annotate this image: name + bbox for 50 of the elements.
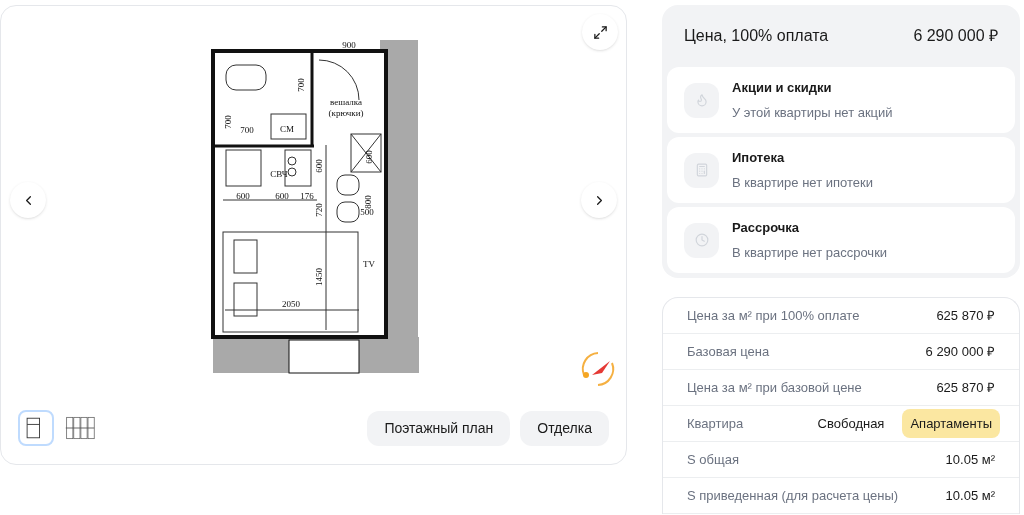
plan-tab-button[interactable]: Поэтажный план <box>367 410 511 446</box>
dimension-label: 1450 <box>313 268 324 286</box>
dimension-label: 700 <box>222 115 233 129</box>
dimension-label: 600 <box>363 150 374 164</box>
detail-label: S общая <box>687 450 739 469</box>
dimension-label: TV <box>362 259 375 269</box>
clock-icon <box>694 233 709 247</box>
dimension-label: (крючки) <box>328 108 363 118</box>
dimension-label: СВЧ <box>269 169 288 179</box>
dimension-label: 720 <box>313 203 324 217</box>
price-label: Цена, 100% оплата <box>684 26 829 46</box>
apartment-type-tag: Свободная <box>809 408 893 439</box>
offer-subtitle: В квартире нет ипотеки <box>732 173 873 192</box>
dimension-label: 600 <box>313 159 324 173</box>
detail-value: 6 290 000 ₽ <box>925 342 995 361</box>
dimension-label: 700 <box>295 78 306 92</box>
offer-title: Рассрочка <box>732 219 801 237</box>
expand-button[interactable] <box>582 14 618 50</box>
offer-title: Акции и скидки <box>732 79 833 97</box>
offer-card[interactable]: Акции и скидки У этой квартиры нет акций <box>667 67 1015 133</box>
plan-tab-button[interactable]: Отделка <box>520 410 609 446</box>
detail-label: S приведенная (для расчета цены) <box>687 486 899 505</box>
dimension-label: 600 <box>235 191 250 201</box>
dimension-label: 800 <box>362 195 373 209</box>
price-value: 6 290 000 ₽ <box>913 26 998 46</box>
offer-title: Ипотека <box>732 149 786 167</box>
dimension-label: вешалка <box>329 97 362 107</box>
detail-value: 625 870 ₽ <box>936 306 995 325</box>
detail-label: Квартира <box>687 414 744 433</box>
flame-icon <box>694 93 709 107</box>
detail-label: Цена за м² при 100% оплате <box>687 306 860 325</box>
dimension-label: 700 <box>239 125 254 135</box>
apartment-type-tag: Апартаменты <box>902 408 1000 439</box>
detail-value: 10.05 м² <box>945 450 995 469</box>
offer-card[interactable]: Ипотека В квартире нет ипотеки <box>667 137 1015 203</box>
dimension-label: 600 <box>274 191 289 201</box>
dimension-label: СМ <box>279 124 294 134</box>
offer-subtitle: В квартире нет рассрочки <box>732 243 888 262</box>
expand-icon <box>592 24 608 40</box>
detail-value: 625 870 ₽ <box>936 378 995 397</box>
calculator-icon <box>694 163 709 177</box>
detail-label: Базовая цена <box>687 342 770 361</box>
offer-card[interactable]: Рассрочка В квартире нет рассрочки <box>667 207 1015 273</box>
detail-value: 10.05 м² <box>945 486 995 505</box>
dimension-label: 176 <box>299 191 314 201</box>
dimension-label: 2050 <box>281 299 300 309</box>
dimension-label: 900 <box>341 40 356 50</box>
plan-thumbnail[interactable] <box>18 410 54 446</box>
detail-label: Цена за м² при базовой цене <box>687 378 862 397</box>
offer-subtitle: У этой квартиры нет акций <box>732 103 893 122</box>
